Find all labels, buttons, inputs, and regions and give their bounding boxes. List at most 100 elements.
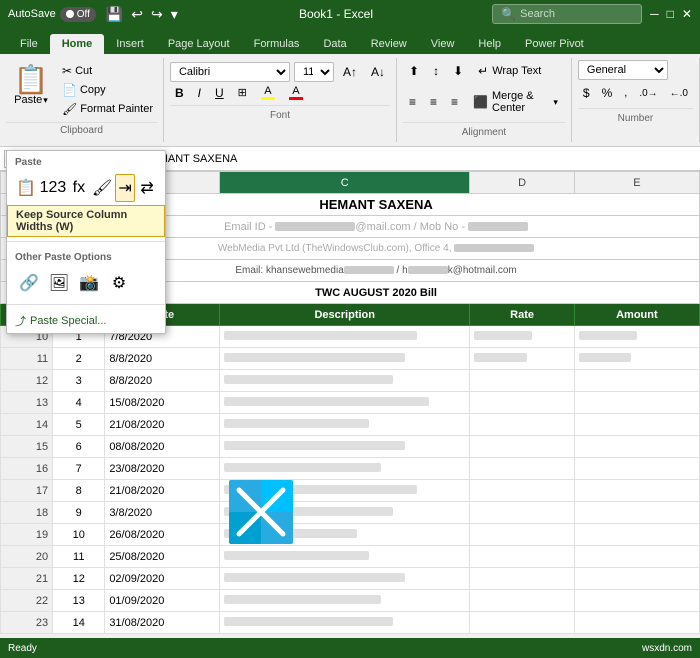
paste-special-icon: ⤴ <box>15 313 26 329</box>
font-color-icon: A <box>292 85 299 97</box>
close-button[interactable]: ✕ <box>682 7 692 21</box>
paste-dropdown-arrow[interactable]: ▾ <box>43 95 48 106</box>
copy-icon: 📄 <box>62 83 77 97</box>
customize-icon[interactable]: ▾ <box>169 6 180 23</box>
wrap-text-icon: ↵ <box>478 64 488 78</box>
copy-button[interactable]: 📄 Copy <box>58 81 157 99</box>
font-color-button[interactable]: A <box>284 82 308 103</box>
table-row: 20 11 25/08/2020 <box>1 546 700 568</box>
italic-button[interactable]: I <box>193 83 206 103</box>
redo-icon[interactable]: ↪ <box>149 6 165 23</box>
tab-help[interactable]: Help <box>466 34 513 54</box>
title-bar-right: 🔍 ─ □ ✕ <box>492 4 692 24</box>
col-e-header[interactable]: E <box>574 172 699 194</box>
col-d-header[interactable]: D <box>470 172 574 194</box>
fill-color-icon: A <box>264 85 271 97</box>
tab-home[interactable]: Home <box>50 34 105 54</box>
paste-icon: 📋 <box>14 66 49 94</box>
search-icon: 🔍 <box>501 7 516 21</box>
paste-section-title: Paste <box>7 151 165 171</box>
tab-power-pivot[interactable]: Power Pivot <box>513 34 596 54</box>
number-format-row: General <box>578 60 693 80</box>
col-header-desc: Description <box>220 304 470 326</box>
minimize-button[interactable]: ─ <box>650 7 659 21</box>
copy-label: Copy <box>80 84 106 96</box>
tab-view[interactable]: View <box>419 34 467 54</box>
title-bar: AutoSave Off 💾 ↩ ↪ ▾ Book1 - Excel 🔍 ─ □… <box>0 0 700 28</box>
percent-button[interactable]: % <box>597 83 618 103</box>
search-box[interactable]: 🔍 <box>492 4 642 24</box>
format-painter-button[interactable]: 🖌 Format Painter <box>58 100 157 118</box>
paste-option-10[interactable]: ⚙ <box>105 269 133 297</box>
cut-icon: ✂ <box>62 64 72 78</box>
font-color-bar <box>289 97 303 100</box>
paste-option-4[interactable]: 🖌 <box>91 174 113 202</box>
alignment-row1: ⬆ ↕ ⬇ ↵ Wrap Text <box>403 60 565 82</box>
increase-decimal-button[interactable]: .0→ <box>634 83 662 103</box>
align-right-button[interactable]: ≡ <box>445 87 464 117</box>
font-group-label: Font <box>170 105 390 123</box>
toggle-off-indicator <box>66 10 74 18</box>
save-icon[interactable]: 💾 <box>104 6 125 23</box>
tab-page-layout[interactable]: Page Layout <box>156 34 242 54</box>
paste-option-5-keep-col-widths[interactable]: ⇥ <box>115 174 135 202</box>
undo-icon[interactable]: ↩ <box>129 6 145 23</box>
clipboard-small-buttons: ✂ Cut 📄 Copy 🖌 Format Painter <box>58 62 157 118</box>
col-c-header[interactable]: C <box>220 172 470 194</box>
font-size-select[interactable]: 11 <box>294 62 334 82</box>
paste-special-link[interactable]: ⤴ Paste Special... <box>7 309 165 333</box>
search-input[interactable] <box>520 8 630 20</box>
paste-option-7[interactable]: 🔗 <box>15 269 43 297</box>
increase-font-button[interactable]: A↑ <box>338 62 362 82</box>
paste-option-1[interactable]: 📋 <box>15 174 37 202</box>
tab-file[interactable]: File <box>8 34 50 54</box>
decrease-font-button[interactable]: A↓ <box>366 62 390 82</box>
formula-input[interactable] <box>141 151 696 167</box>
paste-option-6[interactable]: ⇄ <box>137 174 157 202</box>
number-btn-row: $ % , .0→ ←.0 <box>578 83 693 103</box>
table-row: 17 8 21/08/2020 <box>1 480 700 502</box>
fill-color-button[interactable]: A <box>256 82 280 103</box>
clipboard-group: 📋 Paste ▾ ✂ Cut 📄 Copy 🖌 Format Painter <box>0 58 164 142</box>
excel-icon-overlay <box>225 476 297 548</box>
tab-insert[interactable]: Insert <box>104 34 156 54</box>
paste-label: Paste <box>14 94 42 106</box>
paste-option-9[interactable]: 📸 <box>75 269 103 297</box>
comma-button[interactable]: , <box>619 83 632 103</box>
bold-button[interactable]: B <box>170 83 189 103</box>
font-name-select[interactable]: Calibri <box>170 62 290 82</box>
paste-option-3[interactable]: fx <box>69 174 89 202</box>
align-left-button[interactable]: ≡ <box>403 87 422 117</box>
paste-button[interactable]: 📋 Paste ▾ <box>6 62 56 110</box>
merge-center-button[interactable]: ⬛ Merge & Center ▾ <box>466 87 565 117</box>
align-middle-button[interactable]: ↕ <box>427 60 445 82</box>
cut-label: Cut <box>75 65 92 77</box>
border-button[interactable]: ⊞ <box>233 83 252 102</box>
other-paste-title: Other Paste Options <box>7 246 165 266</box>
align-top-button[interactable]: ⬆ <box>403 60 425 82</box>
font-row1: Calibri 11 A↑ A↓ <box>170 62 390 82</box>
cut-button[interactable]: ✂ Cut <box>58 62 157 80</box>
number-format-select[interactable]: General <box>578 60 668 80</box>
maximize-button[interactable]: □ <box>667 7 674 21</box>
align-bottom-button[interactable]: ⬇ <box>447 60 469 82</box>
paste-option-2[interactable]: 123 <box>39 174 67 202</box>
paste-section-divider2 <box>7 304 165 305</box>
underline-button[interactable]: U <box>210 83 229 103</box>
paste-option-8[interactable]: 🖼 <box>45 269 73 297</box>
wsxdn-label: wsxdn.com <box>642 643 692 654</box>
table-row: 22 13 01/09/2020 <box>1 590 700 612</box>
tab-formulas[interactable]: Formulas <box>242 34 312 54</box>
table-row: 21 12 02/09/2020 <box>1 568 700 590</box>
merge-arrow-icon[interactable]: ▾ <box>553 97 558 108</box>
align-center-button[interactable]: ≡ <box>424 87 443 117</box>
font-row2: B I U ⊞ A A <box>170 82 390 103</box>
decrease-decimal-button[interactable]: ←.0 <box>665 83 693 103</box>
paste-tooltip: Keep Source Column Widths (W) <box>7 205 165 237</box>
currency-button[interactable]: $ <box>578 83 595 103</box>
col-header-rate: Rate <box>470 304 574 326</box>
autosave-toggle[interactable]: Off <box>60 7 96 22</box>
tab-review[interactable]: Review <box>359 34 419 54</box>
tab-data[interactable]: Data <box>311 34 358 54</box>
wrap-text-button[interactable]: ↵ Wrap Text <box>471 60 548 82</box>
